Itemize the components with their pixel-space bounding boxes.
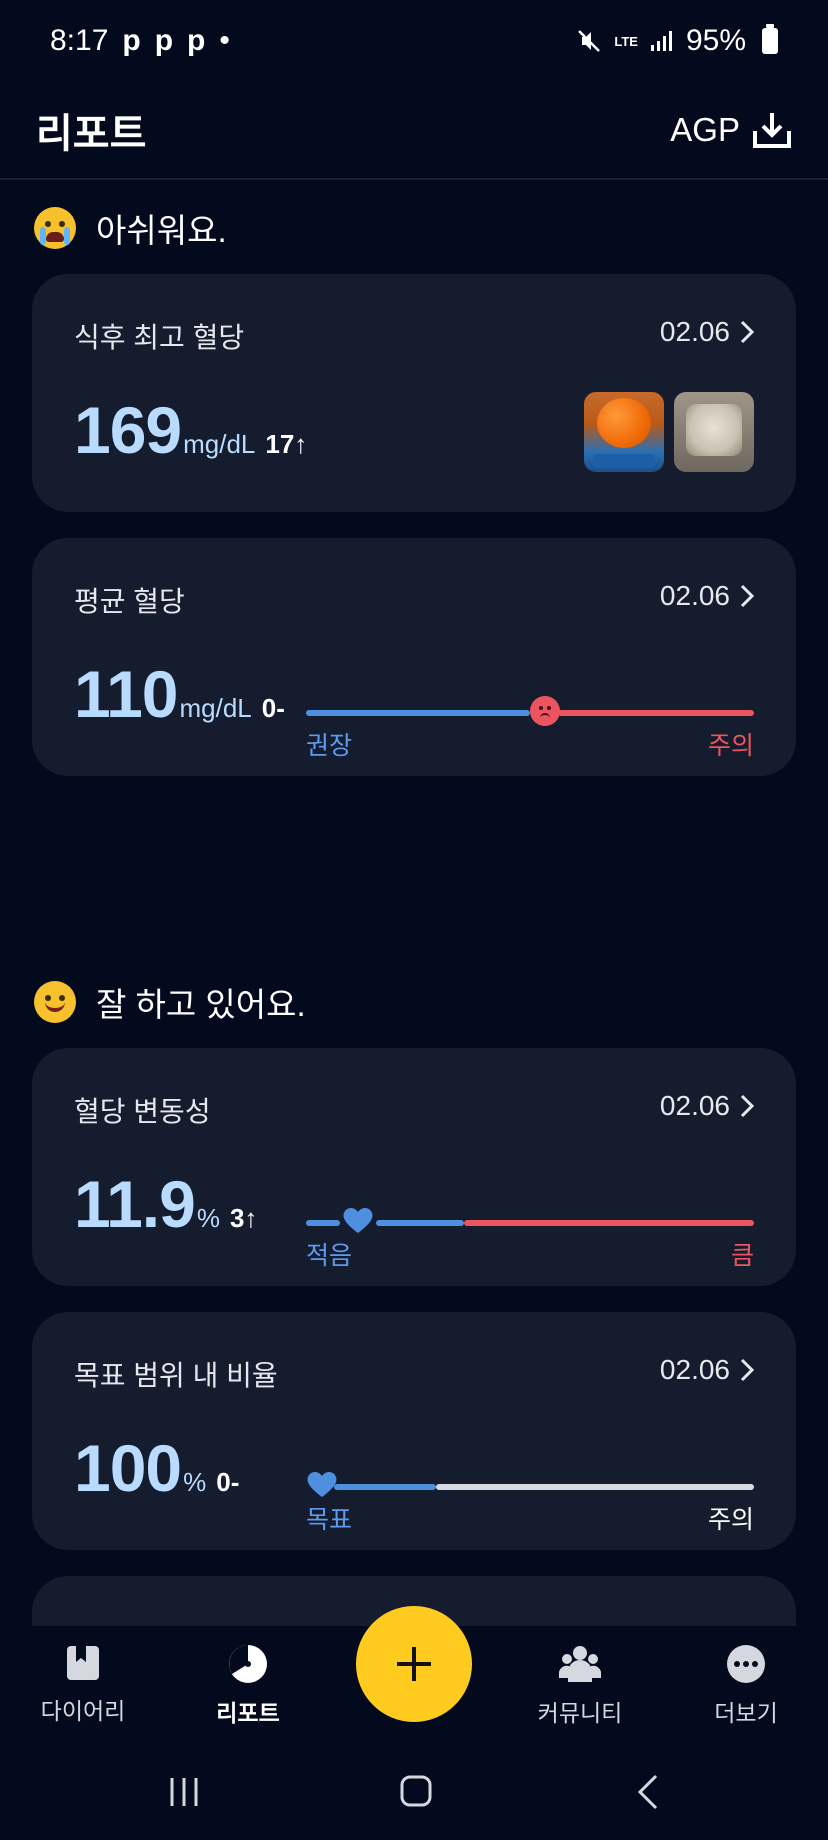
signal-icon <box>650 31 672 51</box>
metric-unit: % <box>183 1467 207 1497</box>
card-date: 02.06 <box>659 580 730 611</box>
metric-value: 110 mg/dL 0- <box>74 656 285 732</box>
metric-value: 169 mg/dL 17↑ <box>74 392 307 468</box>
report-icon <box>229 1645 267 1683</box>
download-icon <box>753 113 791 148</box>
community-icon <box>559 1646 601 1682</box>
gauge-good-segment <box>334 1484 436 1490</box>
glucose-gauge: 권장 주의 <box>306 696 790 780</box>
app-header: 리포트 AGP <box>0 82 828 180</box>
diary-icon <box>67 1646 99 1680</box>
mute-icon <box>578 30 601 52</box>
card-date-link[interactable]: 02.06 <box>660 580 754 612</box>
page-title: 리포트 <box>36 112 147 156</box>
back-icon[interactable] <box>636 1774 660 1810</box>
metric-number: 110 <box>74 657 178 731</box>
metric-number: 100 <box>74 1431 182 1505</box>
gauge-left-label: 목표 <box>306 1506 353 1534</box>
plus-icon <box>397 1647 431 1681</box>
gauge-right-label: 주의 <box>707 732 754 760</box>
card-date: 02.06 <box>659 316 730 347</box>
nav-label: 더보기 <box>714 1700 778 1726</box>
notification-icon: p <box>122 24 141 57</box>
metric-number: 11.9 <box>74 1167 196 1241</box>
metric-delta: 3↑ <box>229 1203 258 1233</box>
section-title: 잘 하고 있어요. <box>96 986 306 1023</box>
nav-label: 커뮤니티 <box>537 1700 623 1726</box>
crying-face-icon <box>34 207 76 249</box>
chevron-right-icon <box>740 320 754 344</box>
section-title: 아쉬워요. <box>96 212 227 249</box>
card-label: 식후 최고 혈당 <box>74 322 245 353</box>
gauge-right-label: 주의 <box>707 1506 754 1534</box>
chevron-right-icon <box>740 1358 754 1382</box>
gauge-right-label: 큼 <box>730 1242 754 1270</box>
card-label: 혈당 변동성 <box>74 1096 211 1127</box>
gauge-left-label: 권장 <box>306 732 353 760</box>
gauge-good-segment <box>376 1220 464 1226</box>
nav-item-report[interactable]: 리포트 <box>188 1644 308 1728</box>
section-header-doing-well: 잘 하고 있어요. <box>34 978 306 1026</box>
metric-unit: mg/dL <box>183 429 256 459</box>
meal-photos <box>584 392 754 472</box>
card-date: 02.06 <box>659 1090 730 1121</box>
gauge-warn-segment <box>558 710 754 716</box>
notification-dot: • <box>219 24 230 57</box>
gauge-good-segment <box>306 1220 340 1226</box>
network-icon: LTE <box>614 33 638 49</box>
orange-photo[interactable] <box>584 392 664 472</box>
home-icon[interactable] <box>399 1774 433 1808</box>
heart-icon <box>343 1207 373 1233</box>
add-record-button[interactable] <box>356 1606 472 1722</box>
section-header-needs-work: 아쉬워요. <box>34 204 227 252</box>
card-date-link[interactable]: 02.06 <box>660 1090 754 1122</box>
range-gauge: 목표 주의 <box>306 1471 754 1554</box>
more-icon <box>727 1645 765 1683</box>
chevron-right-icon <box>740 584 754 608</box>
card-postmeal-peak[interactable]: 식후 최고 혈당 02.06 169 mg/dL 17↑ <box>32 274 796 512</box>
agp-download-button[interactable]: AGP <box>670 111 792 149</box>
card-average-glucose[interactable]: 평균 혈당 02.06 110 mg/dL 0- 권장 주의 <box>32 538 796 776</box>
status-bar: 8:17 p p p • LTE 95% <box>0 0 828 82</box>
system-navigation-bar <box>0 1744 828 1840</box>
notification-icon: p <box>154 24 174 57</box>
metric-unit: mg/dL <box>179 693 252 723</box>
nav-label: 리포트 <box>216 1700 280 1726</box>
gauge-left-label: 적음 <box>306 1242 353 1270</box>
metric-number: 169 <box>74 393 182 467</box>
gauge-neutral-segment <box>436 1484 754 1490</box>
card-time-in-range[interactable]: 목표 범위 내 비율 02.06 100 % 0- 목표 주의 <box>32 1312 796 1550</box>
status-time: 8:17 <box>50 24 109 57</box>
metric-delta: 17↑ <box>265 429 308 459</box>
gauge-good-segment <box>306 710 530 716</box>
metric-unit: % <box>196 1203 220 1233</box>
notification-icon: p <box>187 24 206 57</box>
variability-gauge: 적음 큼 <box>306 1207 754 1290</box>
milk-photo[interactable] <box>674 392 754 472</box>
chevron-right-icon <box>740 1094 754 1118</box>
gauge-warn-segment <box>464 1220 754 1226</box>
card-date: 02.06 <box>659 1354 730 1385</box>
metric-value: 11.9 % 3↑ <box>74 1166 257 1242</box>
metric-value: 100 % 0- <box>74 1430 239 1506</box>
card-date-link[interactable]: 02.06 <box>660 1354 754 1386</box>
heart-icon <box>307 1471 337 1497</box>
metric-delta: 0- <box>261 693 285 723</box>
agp-label: AGP <box>670 111 740 148</box>
card-date-link[interactable]: 02.06 <box>660 316 754 348</box>
battery-icon <box>762 24 778 54</box>
recent-apps-icon[interactable] <box>168 1776 200 1808</box>
nav-item-community[interactable]: 커뮤니티 <box>520 1644 640 1728</box>
nav-label: 다이어리 <box>40 1698 126 1724</box>
card-label: 목표 범위 내 비율 <box>74 1360 278 1391</box>
card-glucose-variability[interactable]: 혈당 변동성 02.06 11.9 % 3↑ 적음 큼 <box>32 1048 796 1286</box>
nav-item-more[interactable]: 더보기 <box>686 1644 806 1728</box>
battery-percent: 95% <box>685 24 746 57</box>
report-content[interactable]: 아쉬워요. 식후 최고 혈당 02.06 169 mg/dL 17↑ 평균 혈당… <box>0 182 828 1626</box>
nav-item-diary[interactable]: 다이어리 <box>23 1644 143 1726</box>
card-label: 평균 혈당 <box>74 586 185 617</box>
smiling-face-icon <box>34 981 76 1023</box>
sad-face-icon <box>530 696 560 726</box>
metric-delta: 0- <box>216 1467 240 1497</box>
